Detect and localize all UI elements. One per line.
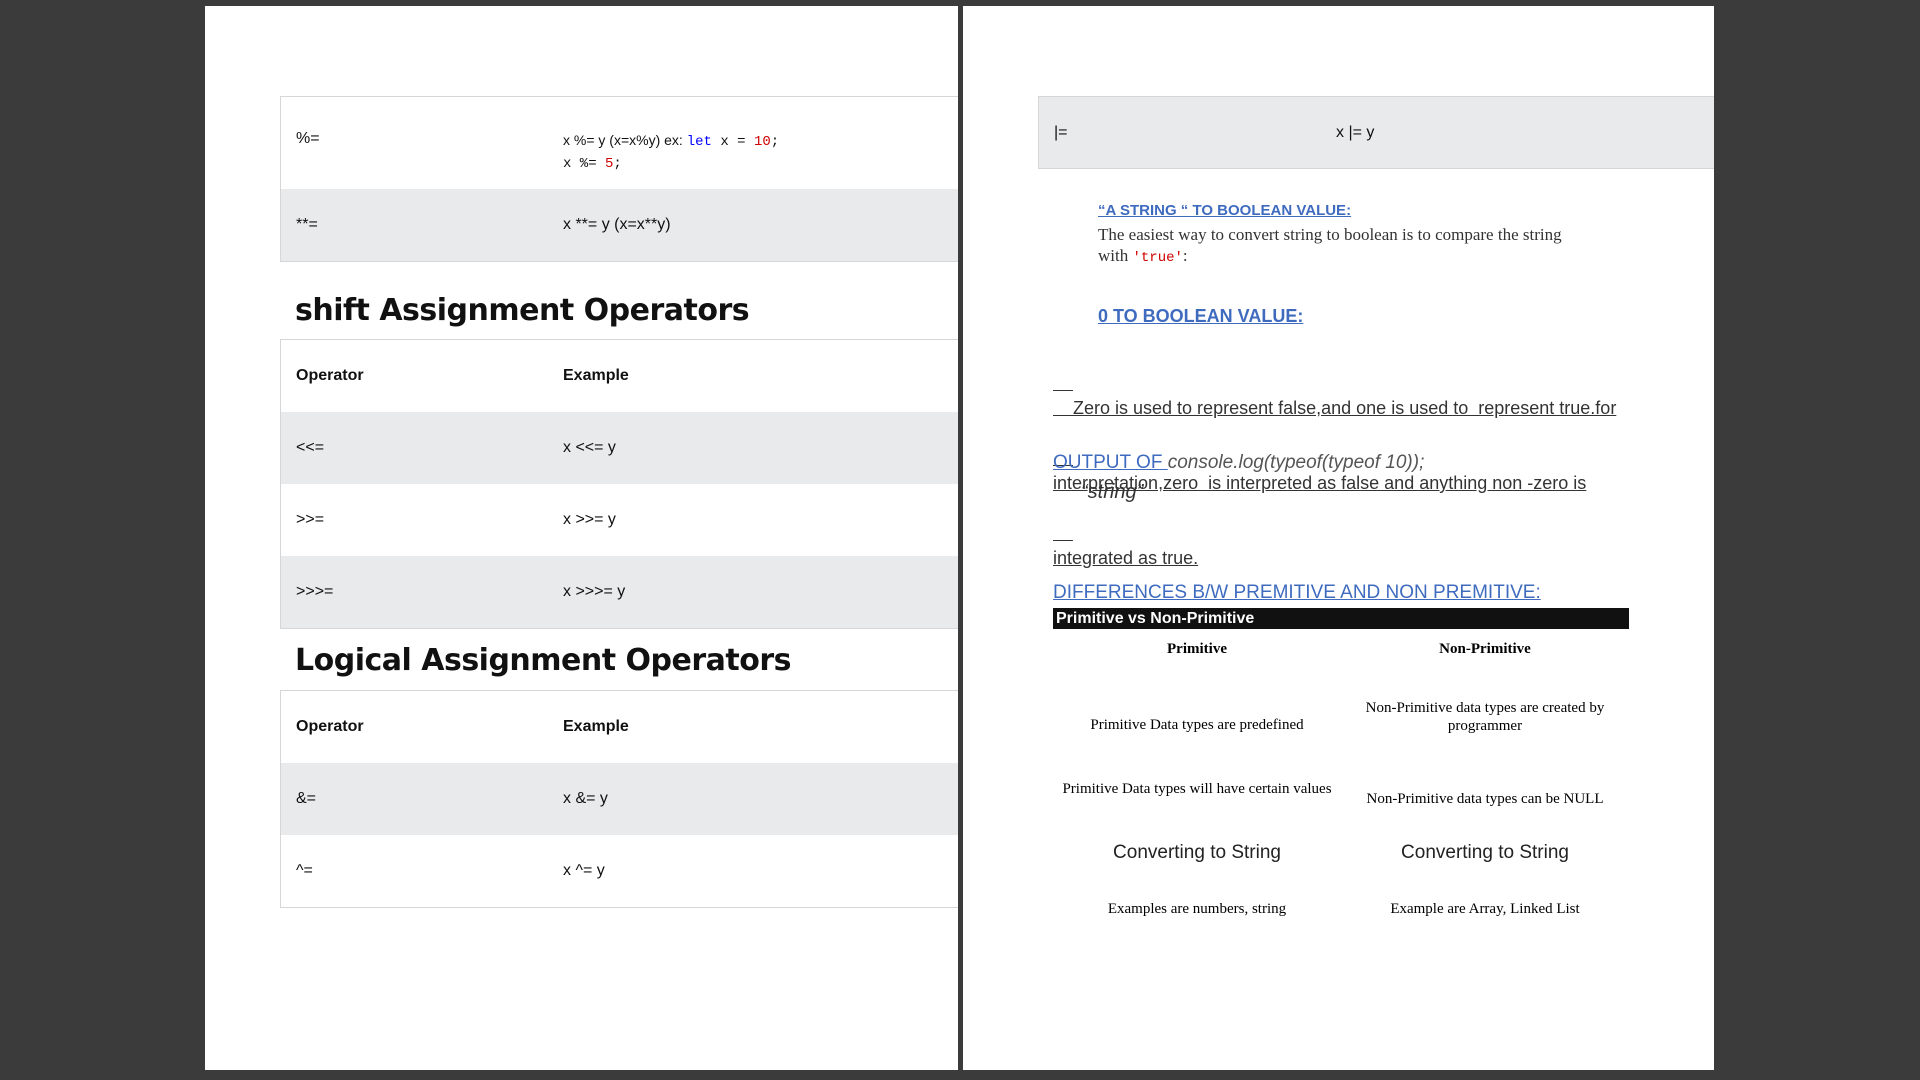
paragraph-string-to-boolean: The easiest way to convert string to boo… [1098,224,1562,269]
paragraph-line: integrated as true. [1053,548,1199,568]
example-cell: x ^= y [563,862,605,879]
operator-cell: **= [296,216,318,233]
output-code: console.log(typeof(typeof 10)); [1167,452,1425,473]
code-number: 10 [753,134,771,150]
output-line: OUTPUT OF console.log(typeof(typeof 10))… [1053,452,1424,474]
paragraph-line: The easiest way to convert string to boo… [1098,225,1562,244]
code-keyword: let [686,134,712,150]
table-header-row: Operator Example [281,340,958,412]
example-cell: x |= y [1336,124,1375,141]
output-result: “string” [1081,481,1144,503]
section-title-shift: shift Assignment Operators [295,293,750,328]
section-title-logical: Logical Assignment Operators [295,643,792,678]
paragraph-text: : [1182,246,1188,265]
code-text: x = [711,134,754,150]
table-row: |= x |= y [1038,96,1714,169]
table-row: Primitive Data types will have certain v… [1053,753,1629,825]
example-cell: x <<= y [563,439,616,456]
column-header-operator: Operator [296,718,364,735]
column-header-example: Example [563,718,629,735]
table-row: <<= x <<= y [281,412,958,484]
example-cell: x >>= y [563,511,616,528]
table-row: Primitive Data types are predefined Non-… [1053,681,1629,753]
operator-cell: &= [296,790,317,807]
output-label: OUTPUT OF [1053,452,1168,473]
column-header-non-primitive: Non-Primitive [1439,641,1531,657]
primitive-comparison-table: Primitive vs Non-Primitive Primitive Non… [1053,608,1629,937]
table-row: Examples are numbers, string Example are… [1053,881,1629,937]
paragraph-line: with 'true': [1098,245,1562,269]
paragraph-line: Zero is used to represent false,and one … [1053,398,1617,418]
code-text: ; [613,156,622,172]
table-row: &= x &= y [281,763,958,835]
code-text: ; [770,134,780,150]
example-cell: x &= y [563,790,608,807]
table-row: ^= x ^= y [281,835,958,907]
table-cell: Converting to String [1113,842,1281,863]
table-cell: Non-Primitive data types can be NULL [1366,791,1604,807]
operator-cell: ^= [296,862,313,879]
heading-differences: DIFFERENCES B/W PREMITIVE AND NON PREMIT… [1053,582,1541,603]
table-row: >>= x >>= y [281,484,958,556]
table-caption: Primitive vs Non-Primitive [1053,608,1629,629]
operator-cell: <<= [296,439,325,456]
arithmetic-assignment-table: %= x %= y (x=x%y) ex: let x = 10; x %= 5… [280,96,958,262]
example-cell: x >>>= y [563,583,626,600]
shift-assignment-table: Operator Example <<= x <<= y >>= x >>= y… [280,339,958,629]
example-text: x %= y (x=x%y) ex: [563,132,687,148]
column-header-example: Example [563,367,629,384]
table-row: **= x **= y (x=x**y) [281,189,958,261]
table-row: Converting to String Converting to Strin… [1053,825,1629,881]
operator-cell: |= [1054,124,1068,141]
document-page-left: %= x %= y (x=x%y) ex: let x = 10; x %= 5… [205,6,958,1070]
inline-code: 'true' [1132,250,1183,266]
paragraph-text: with [1098,246,1133,265]
operator-cell: >>= [296,511,325,528]
operator-cell: %= [296,130,320,147]
table-cell: Primitive Data types are predefined [1090,717,1304,733]
column-header-operator: Operator [296,367,364,384]
column-header-primitive: Primitive [1167,641,1227,657]
code-text: x %= [563,156,606,172]
table-cell: Examples are numbers, string [1107,900,1287,917]
table-header-row: Operator Example [281,691,958,763]
table-header-row: Primitive Non-Primitive [1053,641,1629,681]
heading-string-to-boolean: “A STRING “ TO BOOLEAN VALUE: [1098,202,1352,219]
table-cell: Primitive Data types will have certain v… [1062,781,1332,797]
table-row: >>>= x >>>= y [281,556,958,628]
table-row: %= x %= y (x=x%y) ex: let x = 10; x %= 5… [281,97,958,189]
document-page-right: |= x |= y “A STRING “ TO BOOLEAN VALUE: … [963,6,1714,1070]
table-cell: Converting to String [1401,842,1569,863]
example-cell: x **= y (x=x**y) [563,216,671,233]
logical-assignment-table: Operator Example &= x &= y ^= x ^= y [280,690,958,908]
heading-zero-to-boolean: 0 TO BOOLEAN VALUE: [1098,306,1304,326]
table-cell: Example are Array, Linked List [1390,900,1580,917]
table-cell: Non-Primitive data types are created by … [1365,700,1605,734]
example-cell: x %= y (x=x%y) ex: let x = 10; x %= 5; [563,130,958,174]
operator-cell: >>>= [296,583,334,600]
